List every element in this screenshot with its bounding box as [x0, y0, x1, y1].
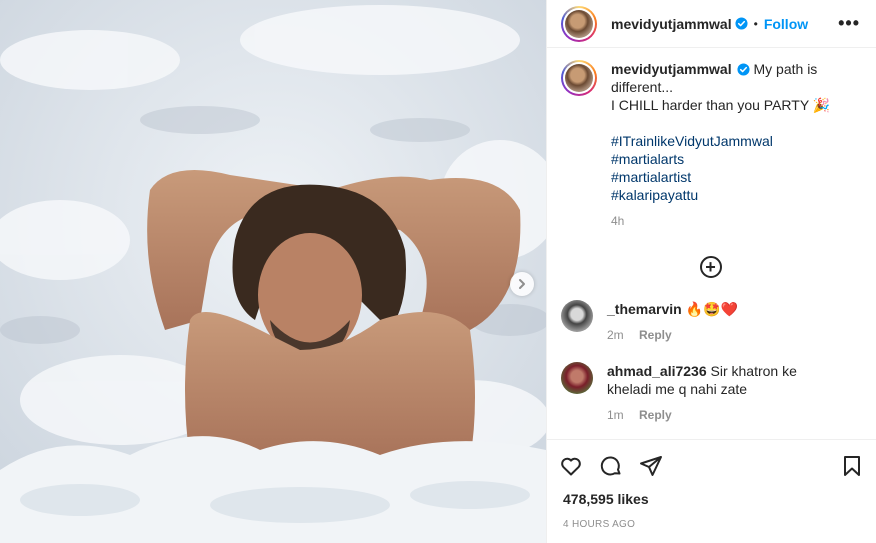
- header-separator: •: [753, 16, 758, 31]
- verified-badge-icon: [735, 17, 748, 30]
- author-avatar[interactable]: [561, 5, 597, 42]
- next-media-button[interactable]: [510, 272, 534, 296]
- comment-bubble-icon[interactable]: [599, 454, 623, 478]
- caption-line-2: I CHILL harder than you PARTY: [611, 97, 809, 113]
- hashtag-list: #ITrainlikeVidyutJammwal #martialarts #m…: [611, 132, 860, 204]
- hashtag-link[interactable]: #martialarts: [611, 150, 860, 168]
- author-username[interactable]: mevidyutjammwal: [611, 16, 732, 32]
- comment-meta: 1m Reply: [607, 406, 827, 424]
- post-caption: mevidyutjammwal My path is different... …: [561, 60, 860, 230]
- comment-time: 2m: [607, 328, 624, 342]
- comment-time: 1m: [607, 408, 624, 422]
- post-header: mevidyutjammwal • Follow •••: [547, 0, 876, 48]
- bookmark-icon[interactable]: [840, 454, 864, 478]
- party-popper-emoji: 🎉: [812, 97, 831, 113]
- caption-body: mevidyutjammwal My path is different... …: [611, 60, 860, 230]
- more-options-icon[interactable]: •••: [834, 13, 864, 34]
- hashtag-link[interactable]: #kalaripayattu: [611, 186, 860, 204]
- comments-section: mevidyutjammwal My path is different... …: [547, 48, 876, 439]
- post-media[interactable]: [0, 0, 546, 543]
- comment-item: _themarvin 🔥🤩❤️ 2m Reply: [561, 300, 860, 344]
- caption-time: 4h: [611, 214, 625, 228]
- comment-meta: 2m Reply: [607, 326, 827, 344]
- commenter-username[interactable]: ahmad_ali7236: [607, 363, 707, 379]
- comment-text: 🔥🤩❤️: [685, 301, 738, 317]
- post-image: [0, 0, 546, 543]
- chevron-right-icon: [519, 279, 525, 289]
- posted-time: 4 HOURS AGO: [563, 519, 636, 530]
- follow-button[interactable]: Follow: [764, 16, 808, 32]
- reply-button[interactable]: Reply: [639, 328, 672, 342]
- plus-circle-icon[interactable]: +: [699, 256, 722, 278]
- post-container: mevidyutjammwal • Follow ••• mevidyutjam…: [0, 0, 876, 543]
- post-side-panel: mevidyutjammwal • Follow ••• mevidyutjam…: [546, 0, 876, 543]
- likes-count[interactable]: 478,595 likes: [547, 491, 876, 513]
- comment-body: ahmad_ali7236 Sir khatron ke kheladi me …: [607, 362, 827, 424]
- hashtag-link[interactable]: #ITrainlikeVidyutJammwal: [611, 132, 860, 150]
- comment-item: ahmad_ali7236 Sir khatron ke kheladi me …: [561, 362, 860, 424]
- action-bar: [547, 439, 876, 491]
- commenter-avatar[interactable]: [561, 362, 593, 394]
- verified-badge-icon: [737, 63, 750, 76]
- comment-body: _themarvin 🔥🤩❤️ 2m Reply: [607, 300, 827, 344]
- caption-username[interactable]: mevidyutjammwal: [611, 61, 732, 77]
- load-more-comments: +: [561, 256, 860, 278]
- caption-avatar[interactable]: [561, 60, 597, 96]
- commenter-username[interactable]: _themarvin: [607, 301, 682, 317]
- commenter-avatar[interactable]: [561, 300, 593, 332]
- reply-button[interactable]: Reply: [639, 408, 672, 422]
- paper-plane-icon[interactable]: [639, 454, 663, 478]
- heart-icon[interactable]: [559, 454, 583, 478]
- hashtag-link[interactable]: #martialartist: [611, 168, 860, 186]
